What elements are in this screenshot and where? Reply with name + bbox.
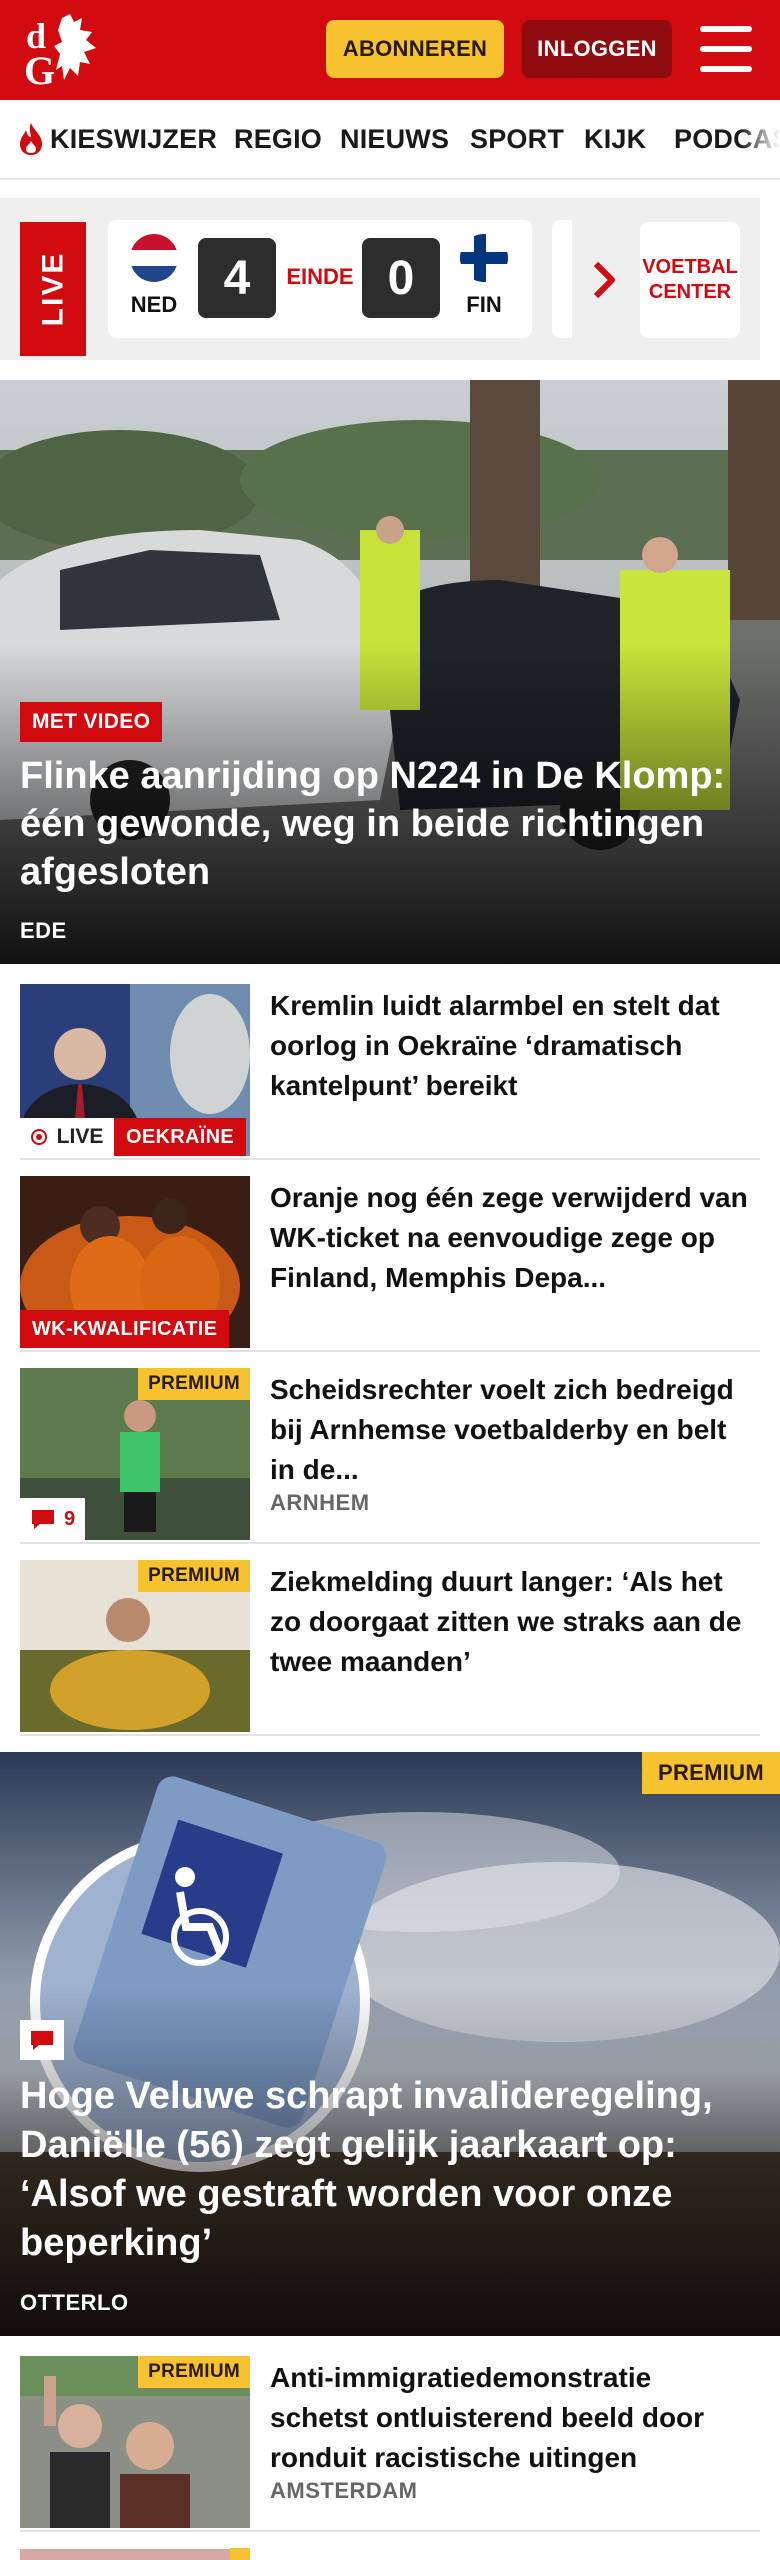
comment-count-value: 9 xyxy=(64,1507,76,1530)
away-team: FIN xyxy=(466,292,502,317)
login-button[interactable]: INLOGGEN xyxy=(522,20,672,78)
topic-label: WK-KWALIFICATIE xyxy=(20,1310,230,1348)
next-match-card[interactable] xyxy=(552,220,572,338)
subscribe-button[interactable]: ABONNEREN xyxy=(326,20,504,78)
comment-icon[interactable] xyxy=(20,2020,64,2060)
premium-badge: PREMIUM xyxy=(138,1560,250,1592)
site-logo[interactable]: d G xyxy=(22,10,112,92)
nav-label: NIEUWS xyxy=(340,123,450,154)
comment-icon xyxy=(32,1510,54,1529)
site-header: d G ABONNEREN INLOGGEN xyxy=(0,0,780,100)
hero-location: EDE xyxy=(20,918,67,943)
article-title[interactable]: Anti-immigratiedemonstratie schetst ontl… xyxy=(270,2358,748,2478)
nav-label: KIESWIJZER xyxy=(50,123,218,154)
article-card[interactable]: WK-KWALIFICATIE Oranje nog één zege verw… xyxy=(20,1176,760,1352)
article-thumbnail xyxy=(20,2548,250,2560)
voetbal-center-button[interactable]: VOETBAL CENTER xyxy=(640,222,740,338)
nav-item-kieswijzer[interactable]: KIESWIJZER xyxy=(16,100,217,178)
chevron-right-icon[interactable] xyxy=(592,260,618,300)
home-score: 4 xyxy=(198,238,276,318)
article-thumbnail: PREMIUM xyxy=(20,1560,250,1732)
article-title[interactable]: Scheidsrechter voelt zich bedreigd bij A… xyxy=(270,1370,748,1490)
live-chip: LIVE xyxy=(20,1118,114,1156)
live-chip-label: LIVE xyxy=(56,1125,104,1148)
article-card[interactable] xyxy=(20,2548,760,2560)
nav-label: KIJK xyxy=(584,123,647,154)
article-thumbnail: PREMIUM xyxy=(20,2356,250,2528)
premium-badge: PREMIUM xyxy=(642,1752,780,1794)
nav-item-regio[interactable]: REGIO xyxy=(234,100,322,178)
hero-title[interactable]: Flinke aanrijding op N224 in De Klomp: é… xyxy=(20,752,764,896)
feature-location: OTTERLO xyxy=(20,2290,129,2315)
svg-text:G: G xyxy=(24,48,55,92)
premium-badge xyxy=(230,2548,250,2560)
finland-flag-icon xyxy=(460,234,508,282)
feature-article[interactable]: PREMIUM Hoge Veluwe schrapt invaliderege… xyxy=(0,1752,780,2336)
article-card[interactable]: PREMIUM Anti-immigratiedemonstratie sche… xyxy=(20,2356,760,2532)
article-thumbnail: PREMIUM 9 xyxy=(20,1368,250,1540)
hero-article[interactable]: MET VIDEO Flinke aanrijding op N224 in D… xyxy=(0,380,780,964)
home-team: NED xyxy=(130,292,178,317)
premium-badge: PREMIUM xyxy=(138,2356,250,2388)
topic-label: OEKRAÏNE xyxy=(114,1118,246,1156)
live-tag: LIVE xyxy=(20,222,86,356)
flame-icon xyxy=(20,123,42,155)
hamburger-menu-icon[interactable] xyxy=(700,26,752,72)
live-dot-icon xyxy=(30,1129,47,1145)
away-score: 0 xyxy=(362,238,440,318)
nav-label: REGIO xyxy=(234,123,323,154)
feature-title[interactable]: Hoge Veluwe schrapt invalideregeling, Da… xyxy=(20,2072,770,2268)
premium-badge: PREMIUM xyxy=(138,1368,250,1400)
nav-item-nieuws[interactable]: NIEUWS xyxy=(340,100,449,178)
nav-label: SPORT xyxy=(470,123,565,154)
article-thumbnail: LIVE OEKRAÏNE xyxy=(20,984,250,1156)
comment-count[interactable]: 9 xyxy=(20,1498,86,1540)
match-status: EINDE xyxy=(286,264,354,289)
article-location: ARNHEM xyxy=(270,1490,370,1515)
article-title[interactable]: Kremlin luidt alarmbel en stelt dat oorl… xyxy=(270,986,748,1106)
match-card[interactable]: NED 4 EINDE 0 FIN xyxy=(108,220,532,338)
article-card[interactable]: PREMIUM 9 Scheidsrechter voelt zich bedr… xyxy=(20,1368,760,1544)
main-nav: KIESWIJZER REGIO NIEUWS SPORT KIJK PODCA… xyxy=(0,100,780,180)
netherlands-flag-icon xyxy=(130,234,178,282)
live-label: LIVE xyxy=(36,251,69,327)
article-title[interactable]: Ziekmelding duurt langer: ‘Als het zo do… xyxy=(270,1562,748,1682)
article-card[interactable]: PREMIUM Ziekmelding duurt langer: ‘Als h… xyxy=(20,1560,760,1736)
nav-item-kijk[interactable]: KIJK xyxy=(584,100,646,178)
article-location: AMSTERDAM xyxy=(270,2478,418,2503)
article-title[interactable]: Oranje nog één zege verwijderd van WK-ti… xyxy=(270,1178,748,1298)
article-thumbnail: WK-KWALIFICATIE xyxy=(20,1176,250,1348)
video-badge: MET VIDEO xyxy=(20,702,163,742)
nav-fade xyxy=(740,100,780,178)
article-card[interactable]: LIVE OEKRAÏNE Kremlin luidt alarmbel en … xyxy=(20,984,760,1160)
nav-item-sport[interactable]: SPORT xyxy=(470,100,564,178)
